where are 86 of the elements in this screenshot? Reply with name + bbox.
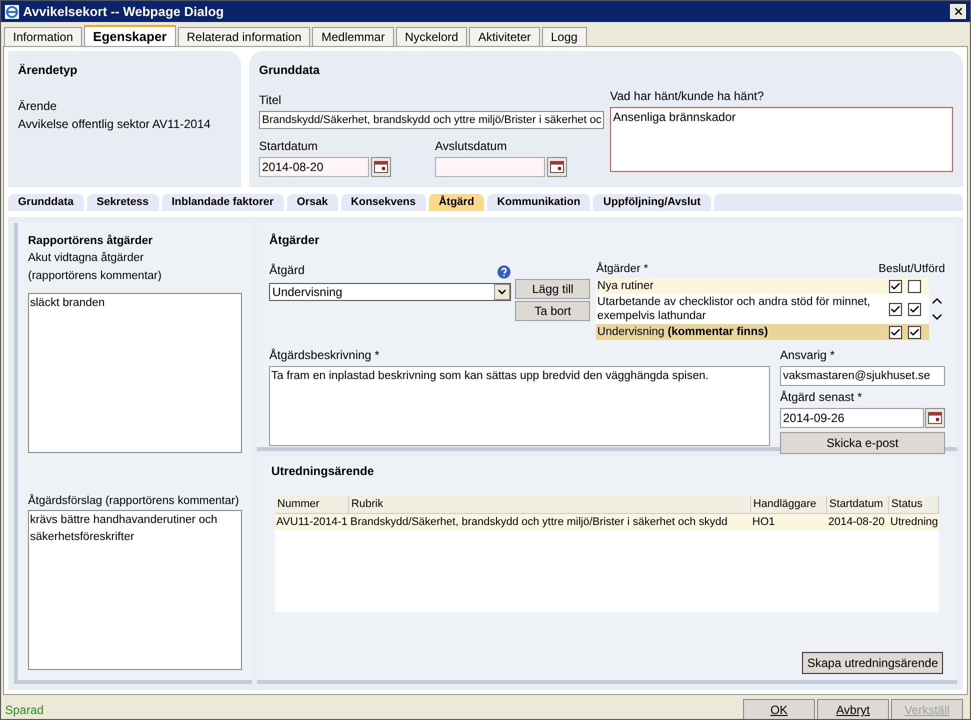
tab[interactable]: Uppföljning/Avslut — [593, 194, 711, 211]
column-header[interactable]: Handläggare — [751, 496, 828, 512]
column-header[interactable]: Startdatum — [827, 496, 890, 512]
table-cell-text: Utredning — [889, 514, 939, 530]
table-row[interactable]: AVU11-2014-1 Brandskydd/Säkerhet, brandskydd och yttre miljö/Brister i säkerhet och skydd HO1 2014-08-20 Utredning — [275, 514, 939, 530]
tab[interactable]: Konsekvens — [340, 194, 426, 211]
send-email-button[interactable]: Skicka e-post — [780, 432, 945, 454]
field-label: Titel — [259, 92, 282, 109]
date-field[interactable] — [435, 157, 545, 177]
table-cell-text: Brandskydd/Säkerhet, brandskydd och yttre miljö/Brister i säkerhet och skydd — [349, 514, 729, 530]
panel-heading: Åtgärder — [269, 232, 320, 249]
checkbox[interactable] — [889, 302, 902, 316]
action-text: Nya rutiner — [597, 279, 655, 294]
tab[interactable]: Åtgärd — [428, 194, 484, 211]
checkbox[interactable] — [908, 326, 921, 339]
create-investigation-button[interactable]: Skapa utredningsärende — [802, 652, 943, 674]
column-header[interactable]: Status — [889, 496, 939, 512]
field-label: Ansvarig * — [780, 347, 836, 364]
responsible-field[interactable]: vaksmastaren@sjukhuset.se — [780, 366, 945, 386]
field-label: Vad har hänt/kunde ha hänt? — [610, 88, 765, 105]
checkbox[interactable] — [908, 280, 921, 293]
action-dropdown[interactable]: Undervisning — [269, 283, 512, 301]
action-text: Undervisning (kommentar finns) — [597, 325, 769, 340]
status-text: Sparad — [5, 702, 45, 719]
column-header[interactable]: Nummer — [275, 496, 350, 512]
close-icon — [952, 6, 964, 17]
panel-heading: Utredningsärende — [271, 463, 375, 480]
dialog-button[interactable]: Avbryt — [817, 699, 889, 719]
date-field[interactable]: 2014-09-26 — [780, 408, 924, 428]
tab[interactable]: Nyckelord — [396, 27, 468, 46]
add-button[interactable]: Lägg till — [515, 279, 590, 299]
help-icon[interactable] — [497, 265, 512, 279]
what-happened-field[interactable]: Ansenliga brännskador — [610, 107, 953, 172]
remove-button[interactable]: Ta bort — [515, 301, 590, 321]
description-field[interactable]: Ta fram en inplastad beskrivning som kan sättas upp bredvid den vägghängda spisen. — [269, 366, 770, 446]
calendar-button[interactable] — [547, 157, 567, 177]
proposal-field[interactable]: krävs bättre handhavanderutiner och säkerhetsföreskrifter — [28, 510, 242, 670]
case-type-text: Ärende — [18, 98, 58, 115]
tab[interactable]: Medlemmar — [312, 27, 394, 46]
calendar-icon — [374, 161, 388, 173]
table-cell-text: HO1 — [751, 514, 776, 530]
date-field[interactable]: 2014-08-20 — [259, 157, 369, 177]
window-title: Avvikelsekort -- Webpage Dialog — [23, 2, 225, 21]
action-list-item[interactable]: Undervisning (kommentar finns) — [596, 324, 929, 340]
column-header[interactable]: Rubrik — [349, 496, 752, 512]
action-text: Utarbetande av checklistor och andra stöd för minnet, exempelvis lathundar — [597, 295, 872, 324]
close-button[interactable] — [950, 4, 966, 19]
field-label: Åtgärd senast * — [780, 389, 864, 406]
browser-icon — [5, 4, 19, 18]
tab[interactable]: Aktiviteter — [469, 27, 540, 46]
action-list-item[interactable]: Utarbetande av checklistor och andra stöd för minnet, exempelvis lathundar — [596, 294, 929, 324]
field-label: Åtgärd — [269, 262, 305, 279]
tab[interactable]: Egenskaper — [84, 25, 176, 46]
action-list-item[interactable]: Nya rutiner — [596, 278, 929, 294]
tab[interactable]: Sekretess — [86, 194, 159, 211]
checkbox[interactable] — [889, 326, 902, 339]
field-label: Åtgärdsförslag (rapportörens kommentar) — [28, 493, 240, 509]
tab[interactable]: Kommunikation — [487, 194, 590, 211]
column-label: Beslut/Utförd — [878, 262, 945, 277]
dialog-button[interactable]: OK — [743, 699, 815, 719]
field-label: Akut vidtagna åtgärder (rapportörens kommentar) — [28, 250, 163, 284]
field-label: Avslutsdatum — [435, 138, 508, 155]
panel-heading: Grunddata — [259, 62, 321, 79]
calendar-button[interactable] — [925, 408, 945, 428]
case-type-text: Avvikelse offentlig sektor AV11-2014 — [18, 116, 212, 133]
panel-heading: Rapportörens åtgärder — [28, 234, 154, 249]
calendar-icon — [928, 412, 942, 424]
panel-heading: Ärendetyp — [18, 62, 78, 79]
checkbox[interactable] — [889, 280, 902, 293]
acute-actions-field[interactable]: släckt branden — [28, 292, 242, 453]
tab[interactable]: Orsak — [286, 194, 338, 211]
field-label: Startdatum — [259, 138, 319, 155]
tab[interactable]: Grunddata — [8, 194, 84, 211]
title-field[interactable]: Brandskydd/Säkerhet, brandskydd och yttre miljö/Brister i säkerhet oc — [259, 111, 604, 129]
field-label: Åtgärdsbeskrivning * — [269, 347, 380, 364]
tab[interactable]: Information — [4, 27, 82, 46]
tab[interactable]: Logg — [542, 27, 587, 46]
table-cell-text: AVU11-2014-1 — [275, 514, 348, 530]
calendar-icon — [550, 161, 564, 173]
checkbox[interactable] — [908, 302, 921, 316]
tab[interactable]: Relaterad information — [178, 27, 310, 46]
dropdown-value: Undervisning — [271, 284, 344, 301]
field-label: Åtgärder * — [596, 261, 648, 277]
table-cell-text: 2014-08-20 — [827, 514, 886, 530]
calendar-button[interactable] — [371, 157, 391, 177]
tab[interactable]: Inblandade faktorer — [162, 194, 284, 211]
